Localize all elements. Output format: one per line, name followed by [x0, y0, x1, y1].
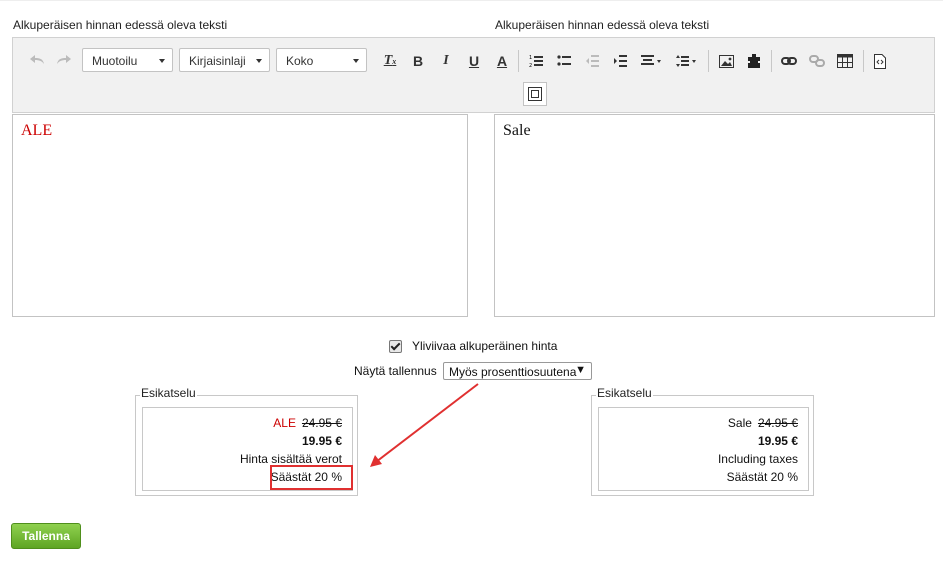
font-combo[interactable]: Kirjaisinlaji — [179, 48, 270, 72]
right-preview-original-price: 24.95 € — [757, 416, 798, 430]
format-combo[interactable]: Muotoilu — [82, 48, 173, 72]
plugin-icon[interactable] — [743, 50, 765, 72]
right-field-label: Alkuperäisen hinnan edessä oleva teksti — [495, 18, 710, 32]
left-field-label: Alkuperäisen hinnan edessä oleva teksti — [13, 18, 228, 32]
toolbar-separator — [708, 50, 709, 72]
table-icon[interactable] — [834, 50, 856, 72]
right-preview-tax-text: Including taxes — [717, 452, 798, 466]
remove-format-icon[interactable]: Tx — [379, 50, 401, 72]
right-preview-box: Sale 24.95 € 19.95 € Including taxes Sääs… — [598, 407, 809, 491]
left-preview-price: 19.95 € — [301, 434, 342, 448]
chevron-down-icon — [256, 59, 262, 63]
show-savings-label: Näytä tallennus — [354, 364, 437, 378]
save-button[interactable]: Tallenna — [11, 523, 81, 549]
image-icon[interactable] — [715, 50, 737, 72]
source-icon[interactable] — [869, 50, 891, 72]
right-preview-legend: Esikatselu — [596, 386, 653, 400]
undo-icon[interactable] — [26, 49, 48, 71]
right-preview-savings: Säästät 20 % — [726, 470, 798, 484]
size-combo-label: Koko — [286, 54, 314, 68]
right-preview-price: 19.95 € — [757, 434, 798, 448]
format-combo-label: Muotoilu — [92, 54, 138, 68]
redo-icon[interactable] — [53, 49, 75, 71]
decrease-indent-icon[interactable] — [581, 50, 603, 72]
chevron-down-icon — [353, 59, 359, 63]
italic-button[interactable]: I — [435, 50, 457, 72]
unlink-icon[interactable] — [806, 50, 828, 72]
left-preview-original-price: 24.95 € — [301, 416, 342, 430]
svg-text:1: 1 — [529, 55, 532, 61]
left-preview-price-line: ALE 24.95 € — [273, 416, 342, 430]
left-preview-tax-text: Hinta sisältää verot — [239, 452, 342, 466]
font-combo-label: Kirjaisinlaji — [189, 54, 246, 68]
link-icon[interactable] — [778, 50, 800, 72]
bulleted-list-icon[interactable] — [553, 50, 575, 72]
toolbar-separator — [518, 50, 519, 72]
left-preview-prefix: ALE — [273, 416, 296, 430]
chevron-down-icon — [159, 59, 165, 63]
show-blocks-icon[interactable] — [523, 82, 547, 106]
increase-indent-icon[interactable] — [609, 50, 631, 72]
right-preview-prefix: Sale — [727, 416, 752, 430]
numbered-list-icon[interactable]: 12 — [525, 50, 547, 72]
line-height-icon[interactable] — [673, 50, 701, 72]
align-icon[interactable] — [638, 50, 666, 72]
show-savings-select[interactable]: Myös prosenttiosuutena ▼ — [443, 362, 592, 380]
editor-toolbar: Muotoilu Kirjaisinlaji Koko Tx B I U A 1… — [12, 37, 935, 113]
right-preview-fieldset: Sale 24.95 € 19.95 € Including taxes Sääs… — [591, 395, 814, 496]
right-preview-price-line: Sale 24.95 € — [728, 416, 798, 430]
right-editor[interactable]: Sale — [494, 114, 935, 317]
savings-highlight-box — [270, 465, 353, 490]
bold-button[interactable]: B — [407, 50, 429, 72]
left-editor[interactable]: ALE — [12, 114, 468, 317]
show-savings-select-value: Myös prosenttiosuutena — [449, 365, 577, 379]
strike-checkbox[interactable] — [389, 339, 402, 353]
text-color-button[interactable]: A — [491, 50, 513, 72]
size-combo[interactable]: Koko — [276, 48, 367, 72]
toolbar-separator — [771, 50, 772, 72]
svg-text:2: 2 — [529, 63, 532, 68]
left-editor-text[interactable]: ALE — [13, 115, 467, 147]
top-divider — [0, 0, 943, 1]
underline-button[interactable]: U — [463, 50, 485, 72]
right-editor-text[interactable]: Sale — [495, 115, 934, 147]
annotation-arrow-icon — [370, 383, 479, 467]
toolbar-separator — [863, 50, 864, 72]
dropdown-arrow-icon: ▼ — [575, 364, 586, 376]
strike-label: Yliviivaa alkuperäinen hinta — [412, 339, 558, 353]
strike-option-row: Yliviivaa alkuperäinen hinta — [389, 339, 557, 353]
left-preview-legend: Esikatselu — [140, 386, 197, 400]
